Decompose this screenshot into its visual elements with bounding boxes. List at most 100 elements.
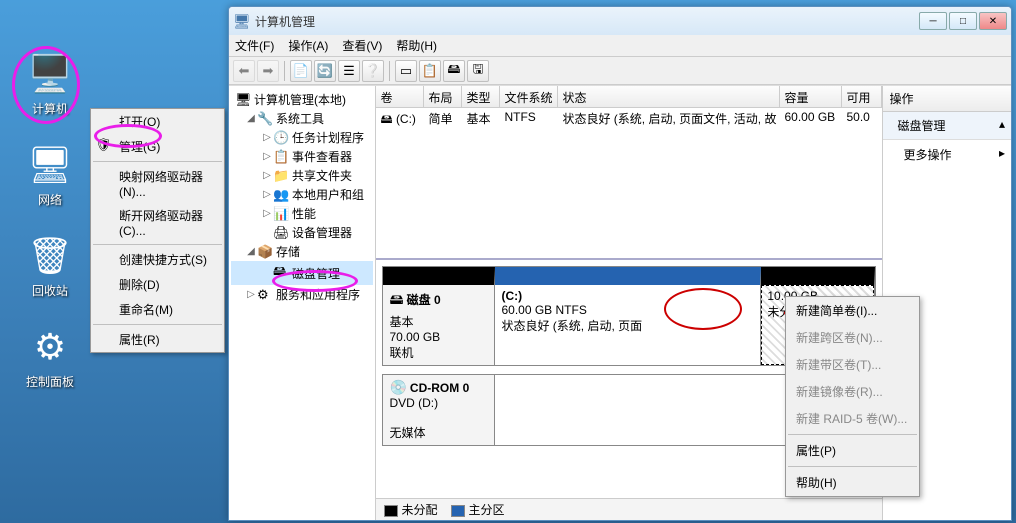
- col-capacity[interactable]: 容量: [780, 86, 842, 107]
- tool-button[interactable]: ▭: [395, 60, 417, 82]
- back-button[interactable]: ⬅: [233, 60, 255, 82]
- volume-list: 🖴 (C:) 简单 基本 NTFS 状态良好 (系统, 启动, 页面文件, 活动…: [376, 108, 882, 258]
- expand-icon: ▷: [261, 151, 273, 162]
- menu-file[interactable]: 文件(F): [235, 37, 274, 54]
- device-icon: 🖨: [273, 225, 289, 241]
- tree-storage[interactable]: ◢📦存储: [231, 242, 373, 261]
- vol-name: 🖴 (C:): [376, 108, 424, 128]
- event-icon: 📋: [273, 149, 289, 165]
- cdrom-title: CD-ROM 0: [410, 381, 469, 395]
- actions-more[interactable]: 更多操作▸: [883, 140, 1011, 169]
- network-icon: 🖥: [26, 141, 74, 189]
- expand-icon: ▷: [261, 132, 273, 143]
- perf-icon: 📊: [273, 206, 289, 222]
- properties-button[interactable]: ☰: [338, 60, 360, 82]
- menu-properties[interactable]: 属性(P): [786, 437, 919, 464]
- col-layout[interactable]: 布局: [424, 86, 462, 107]
- partition-c[interactable]: (C:) 60.00 GB NTFS 状态良好 (系统, 启动, 页面: [495, 267, 761, 365]
- help-button[interactable]: ❔: [362, 60, 384, 82]
- menu-new-raid5-volume[interactable]: 新建 RAID-5 卷(W)...: [786, 405, 919, 432]
- ctx-manage[interactable]: 🛡管理(G): [91, 134, 224, 159]
- actions-section[interactable]: 磁盘管理▴: [883, 112, 1011, 140]
- tree-performance[interactable]: ▷📊性能: [231, 204, 373, 223]
- tool-button[interactable]: 🖫: [467, 60, 489, 82]
- volume-row[interactable]: 🖴 (C:) 简单 基本 NTFS 状态良好 (系统, 启动, 页面文件, 活动…: [376, 108, 882, 128]
- ctx-map-drive[interactable]: 映射网络驱动器(N)...: [91, 164, 224, 203]
- menu-help[interactable]: 帮助(H): [396, 37, 437, 54]
- disk-0-header[interactable]: 🖴磁盘 0 基本 70.00 GB 联机: [383, 267, 495, 365]
- expand-icon: ▷: [261, 189, 273, 200]
- desktop-label: 计算机: [10, 100, 90, 117]
- tree-local-users[interactable]: ▷👥本地用户和组: [231, 185, 373, 204]
- disk-kind: 基本: [389, 313, 488, 330]
- col-volume[interactable]: 卷: [376, 86, 424, 107]
- tree-event-viewer[interactable]: ▷📋事件查看器: [231, 147, 373, 166]
- clock-icon: 🕒: [273, 130, 289, 146]
- maximize-button[interactable]: □: [949, 12, 977, 30]
- actions-header: 操作: [883, 86, 1011, 112]
- up-button[interactable]: 📄: [290, 60, 312, 82]
- separator: [93, 324, 222, 325]
- menu-new-mirrored-volume[interactable]: 新建镜像卷(R)...: [786, 378, 919, 405]
- cdrom-header[interactable]: 💿CD-ROM 0 DVD (D:) 无媒体: [383, 375, 495, 445]
- menu-action[interactable]: 操作(A): [288, 37, 328, 54]
- chevron-right-icon: ▸: [999, 146, 1005, 163]
- minimize-button[interactable]: ─: [919, 12, 947, 30]
- context-menu-computer: 打开(O) 🛡管理(G) 映射网络驱动器(N)... 断开网络驱动器(C)...…: [90, 108, 225, 353]
- tree-shared-folders[interactable]: ▷📁共享文件夹: [231, 166, 373, 185]
- mmc-icon: 🖥: [233, 13, 249, 29]
- tree-services[interactable]: ▷⚙服务和应用程序: [231, 285, 373, 304]
- ctx-delete[interactable]: 删除(D): [91, 272, 224, 297]
- desktop-icon-network[interactable]: 🖥 网络: [10, 141, 90, 208]
- titlebar[interactable]: 🖥 计算机管理 ─ □ ✕: [229, 7, 1011, 35]
- menu-new-simple-volume[interactable]: 新建简单卷(I)...: [786, 297, 919, 324]
- services-icon: ⚙: [257, 287, 273, 303]
- expand-icon: ▷: [245, 289, 257, 300]
- disk-size: 70.00 GB: [389, 330, 488, 344]
- menu-help[interactable]: 帮助(H): [786, 469, 919, 496]
- desktop-icon-cpanel[interactable]: ⚙ 控制面板: [10, 323, 90, 390]
- expand-icon: ▷: [261, 170, 273, 181]
- menubar: 文件(F) 操作(A) 查看(V) 帮助(H): [229, 35, 1011, 57]
- window-title: 计算机管理: [255, 13, 919, 30]
- collapse-icon: ◢: [245, 246, 257, 257]
- ctx-properties[interactable]: 属性(R): [91, 327, 224, 352]
- desktop-icon-recycle[interactable]: 🗑 回收站: [10, 232, 90, 299]
- part-status: 状态良好 (系统, 启动, 页面: [501, 319, 642, 333]
- disk-icon: 🖴: [273, 262, 289, 284]
- partition-context-menu: 新建简单卷(I)... 新建跨区卷(N)... 新建带区卷(T)... 新建镜像…: [785, 296, 920, 497]
- ctx-disconnect-drive[interactable]: 断开网络驱动器(C)...: [91, 203, 224, 242]
- menu-new-spanned-volume[interactable]: 新建跨区卷(N)...: [786, 324, 919, 351]
- cdrom-drive: DVD (D:): [389, 396, 488, 410]
- ctx-shortcut[interactable]: 创建快捷方式(S): [91, 247, 224, 272]
- shield-icon: 🛡: [95, 137, 112, 153]
- desktop-icon-computer[interactable]: 🖥️ 计算机: [10, 50, 90, 117]
- tool-button[interactable]: 📋: [419, 60, 441, 82]
- tree-disk-management[interactable]: 🖴磁盘管理: [231, 261, 373, 285]
- col-filesystem[interactable]: 文件系统: [500, 86, 558, 107]
- col-status[interactable]: 状态: [558, 86, 780, 107]
- vol-status: 状态良好 (系统, 启动, 页面文件, 活动, 故: [558, 108, 780, 128]
- ctx-open[interactable]: 打开(O): [91, 109, 224, 134]
- computer-icon: 🖥: [235, 92, 251, 108]
- tool-button[interactable]: 🖴: [443, 60, 465, 82]
- cdrom-icon: 💿: [389, 379, 406, 395]
- users-icon: 👥: [273, 187, 289, 203]
- tree-task-scheduler[interactable]: ▷🕒任务计划程序: [231, 128, 373, 147]
- tree-root[interactable]: 🖥计算机管理(本地): [231, 90, 373, 109]
- col-free[interactable]: 可用: [842, 86, 882, 107]
- separator: [284, 61, 285, 81]
- ctx-rename[interactable]: 重命名(M): [91, 297, 224, 322]
- toolbar: ⬅ ➡ 📄 🔄 ☰ ❔ ▭ 📋 🖴 🖫: [229, 57, 1011, 85]
- col-type[interactable]: 类型: [462, 86, 500, 107]
- close-button[interactable]: ✕: [979, 12, 1007, 30]
- vol-free: 50.0: [842, 108, 882, 128]
- menu-new-striped-volume[interactable]: 新建带区卷(T)...: [786, 351, 919, 378]
- separator: [93, 161, 222, 162]
- tree-system-tools[interactable]: ◢🔧系统工具: [231, 109, 373, 128]
- menu-view[interactable]: 查看(V): [342, 37, 382, 54]
- volume-list-header: 卷 布局 类型 文件系统 状态 容量 可用: [376, 86, 882, 108]
- tree-device-manager[interactable]: 🖨设备管理器: [231, 223, 373, 242]
- refresh-button[interactable]: 🔄: [314, 60, 336, 82]
- forward-button[interactable]: ➡: [257, 60, 279, 82]
